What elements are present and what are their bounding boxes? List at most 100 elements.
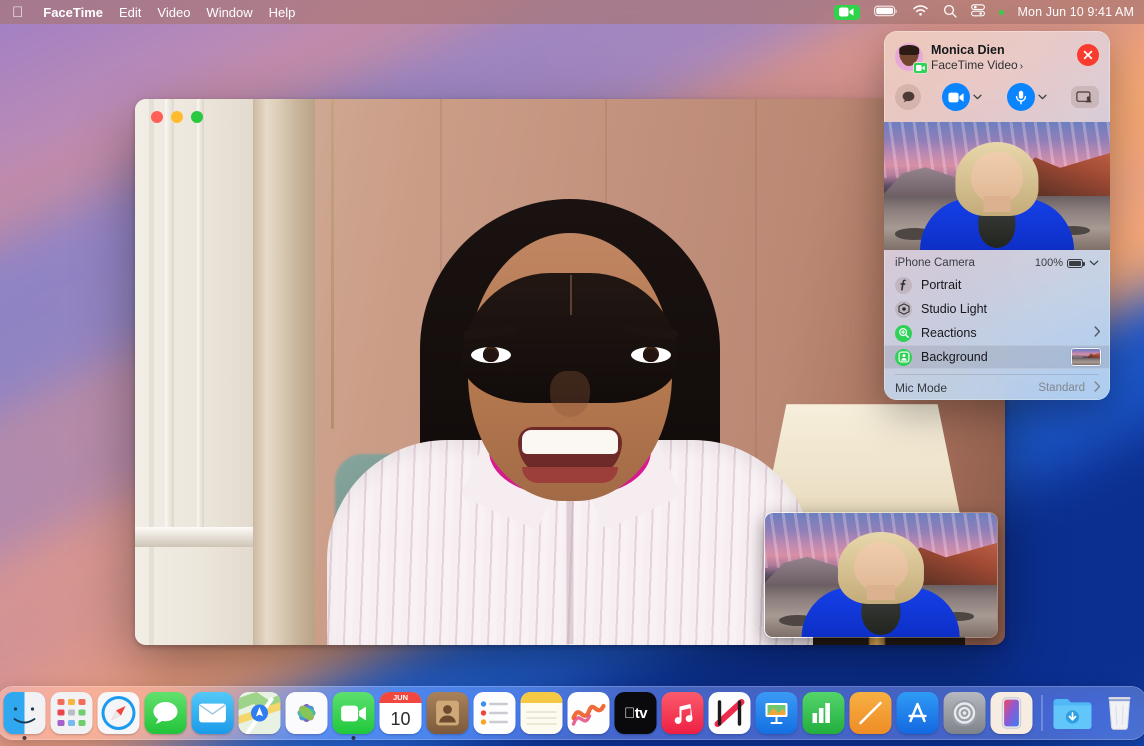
- recording-indicator-dot: [999, 10, 1004, 15]
- dock-item-mail[interactable]: [192, 692, 234, 734]
- window-sash: [165, 99, 174, 529]
- neck: [867, 585, 895, 600]
- popover-controls: [884, 74, 1110, 122]
- safari-icon: [98, 692, 140, 734]
- dock-item-safari[interactable]: [98, 692, 140, 734]
- background-thumbnail[interactable]: [1071, 348, 1101, 366]
- running-indicator: [23, 736, 27, 740]
- mic-mode-label: Mic Mode: [895, 381, 1029, 395]
- dock-item-messages[interactable]: [145, 692, 187, 734]
- camera-in-use-icon[interactable]: [834, 5, 860, 20]
- video-toggle-button[interactable]: [942, 83, 970, 111]
- chevron-right-icon: ›: [1020, 61, 1023, 72]
- dock-item-notes[interactable]: [521, 692, 563, 734]
- share-screen-button[interactable]: [1071, 86, 1099, 108]
- effect-row-background[interactable]: Background: [884, 345, 1110, 369]
- dock-item-appstore[interactable]: [897, 692, 939, 734]
- popover-header: Monica Dien FaceTime Video›: [884, 31, 1110, 74]
- battery-icon[interactable]: [874, 5, 898, 20]
- dock-item-appletv[interactable]: tv: [615, 692, 657, 734]
- menu-item-video[interactable]: Video: [157, 5, 190, 20]
- camera-source-header[interactable]: iPhone Camera 100%: [884, 250, 1110, 273]
- zoom-button[interactable]: [191, 111, 203, 123]
- window-sill: [135, 527, 270, 547]
- dock-item-news[interactable]: [709, 692, 751, 734]
- control-center-icon[interactable]: [971, 4, 985, 20]
- apple-menu-icon[interactable]: : [8, 5, 27, 20]
- call-type-label: FaceTime Video: [931, 58, 1018, 72]
- menu-item-window[interactable]: Window: [206, 5, 252, 20]
- dock-item-facetime[interactable]: [333, 692, 375, 734]
- self-view-pip[interactable]: [764, 512, 998, 638]
- mic-toggle-button[interactable]: [1007, 83, 1035, 111]
- teeth: [522, 430, 618, 454]
- lake: [1072, 358, 1100, 365]
- dock-item-pages[interactable]: [850, 692, 892, 734]
- end-call-button[interactable]: [1077, 44, 1099, 66]
- dock-item-keynote[interactable]: [756, 692, 798, 734]
- chevron-right-icon[interactable]: [1094, 381, 1101, 395]
- downloads-folder-icon: [1052, 692, 1094, 734]
- contact-name: Monica Dien: [931, 43, 1077, 58]
- portrait-f-icon: [895, 277, 912, 294]
- mail-icon: [192, 692, 234, 734]
- dock-item-freeform[interactable]: [568, 692, 610, 734]
- local-participant: [828, 528, 935, 637]
- running-indicator: [352, 736, 356, 740]
- menu-item-help[interactable]: Help: [269, 5, 296, 20]
- call-type-link[interactable]: FaceTime Video›: [931, 58, 1077, 74]
- nose: [550, 371, 590, 417]
- appletv-wordmark: tv: [624, 705, 647, 722]
- popover-self-preview[interactable]: [884, 122, 1110, 250]
- background-thumbnail-image: [1072, 349, 1100, 365]
- mic-mode-value: Standard: [1038, 382, 1085, 394]
- mic-options-chevron-icon[interactable]: [1038, 92, 1047, 102]
- dock-item-iphone-mirroring[interactable]: [991, 692, 1033, 734]
- dock-item-calendar[interactable]: JUN 10: [380, 692, 422, 734]
- notes-icon: [521, 692, 563, 734]
- dock-item-trash[interactable]: [1099, 692, 1141, 734]
- effect-row-portrait[interactable]: Portrait: [884, 273, 1110, 297]
- effect-label-portrait: Portrait: [921, 278, 1101, 292]
- effect-label-background: Background: [921, 350, 1062, 364]
- facetime-icon: [333, 692, 375, 734]
- chevron-right-icon[interactable]: [1094, 326, 1101, 340]
- eye: [631, 347, 671, 363]
- window-sash: [197, 99, 204, 529]
- menu-item-facetime[interactable]: FaceTime: [43, 5, 103, 20]
- photos-icon: [286, 692, 328, 734]
- dock-item-finder[interactable]: [4, 692, 46, 734]
- dock-item-photos[interactable]: [286, 692, 328, 734]
- dock-item-reminders[interactable]: [474, 692, 516, 734]
- dock-item-downloads[interactable]: [1052, 692, 1094, 734]
- facetime-call-popover[interactable]: Monica Dien FaceTime Video›: [884, 31, 1110, 400]
- video-options-chevron-icon[interactable]: [973, 92, 982, 102]
- menu-item-edit[interactable]: Edit: [119, 5, 141, 20]
- facetime-call-window[interactable]: [135, 99, 1005, 645]
- calendar-month: JUN: [380, 692, 422, 703]
- dock-item-music[interactable]: [662, 692, 704, 734]
- menu-bar:  FaceTime Edit Video Window Help Mon Ju…: [0, 0, 1144, 24]
- minimize-button[interactable]: [171, 111, 183, 123]
- dock-item-maps[interactable]: [239, 692, 281, 734]
- background-person-icon: [895, 349, 912, 366]
- studio-light-icon: [895, 301, 912, 318]
- close-button[interactable]: [151, 111, 163, 123]
- lower-lip: [522, 467, 618, 483]
- dock-item-launchpad[interactable]: [51, 692, 93, 734]
- menu-bar-clock[interactable]: Mon Jun 10 9:41 AM: [1018, 5, 1134, 19]
- avatar: [895, 43, 923, 71]
- effect-row-studio-light[interactable]: Studio Light: [884, 297, 1110, 321]
- effect-label-reactions: Reactions: [921, 326, 1085, 340]
- messages-button[interactable]: [895, 84, 921, 110]
- dock-item-system-settings[interactable]: [944, 692, 986, 734]
- battery-full-icon: [1067, 259, 1083, 268]
- spotlight-search-icon[interactable]: [943, 4, 957, 21]
- appstore-icon: [897, 692, 939, 734]
- wifi-icon[interactable]: [912, 5, 929, 20]
- dock-item-numbers[interactable]: [803, 692, 845, 734]
- dock-item-contacts[interactable]: [427, 692, 469, 734]
- chevron-down-icon[interactable]: [1089, 258, 1099, 269]
- mic-mode-row[interactable]: Mic Mode Standard: [884, 375, 1110, 400]
- effect-row-reactions[interactable]: Reactions: [884, 321, 1110, 345]
